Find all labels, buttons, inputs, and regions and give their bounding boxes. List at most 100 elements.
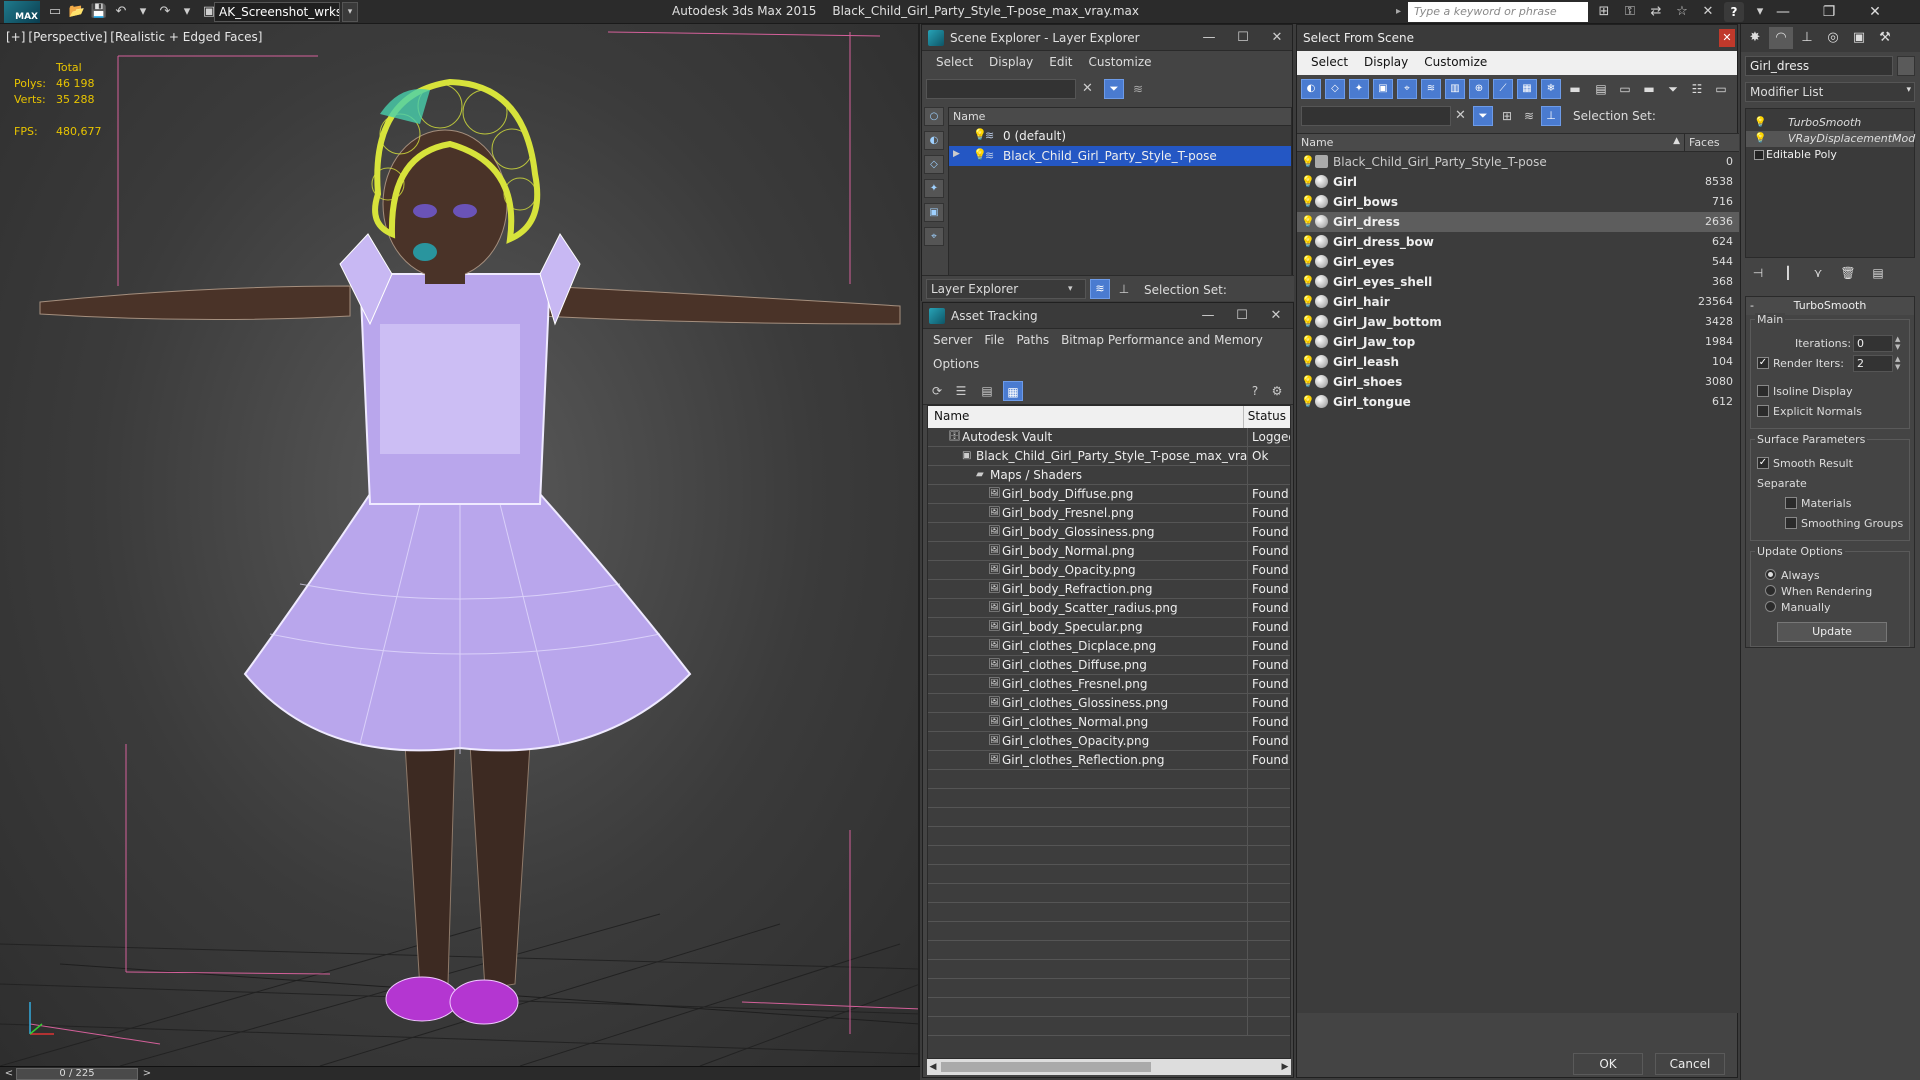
object-row[interactable]: 💡 Girl_eyes 544 <box>1297 252 1739 272</box>
object-row[interactable]: 💡 Girl_shoes 3080 <box>1297 372 1739 392</box>
scene-explorer-titlebar[interactable]: Scene Explorer - Layer Explorer — ☐ ✕ <box>922 25 1292 51</box>
undo-icon[interactable]: ↶ <box>112 3 130 21</box>
asset-row[interactable]: ▰ Maps / Shaders <box>928 466 1290 485</box>
light-bulb-icon[interactable]: 💡 <box>1301 275 1315 288</box>
asset-row[interactable]: 🖼 Girl_body_Fresnel.png Found <box>928 504 1290 523</box>
expand-arrow-icon[interactable]: ▶ <box>953 149 960 159</box>
asset-row[interactable]: 🖼 Girl_clothes_Opacity.png Found <box>928 732 1290 751</box>
modify-tab-icon[interactable]: ◠ <box>1769 27 1793 49</box>
display-geometry-icon[interactable]: ◐ <box>1301 79 1321 99</box>
app-logo[interactable]: MAX <box>4 1 40 23</box>
menu-customize[interactable]: Customize <box>1081 51 1160 75</box>
manually-radio[interactable] <box>1765 601 1776 612</box>
display-bones-icon[interactable]: ⟋ <box>1493 79 1513 99</box>
refresh-icon[interactable]: ⟳ <box>927 381 947 401</box>
light-bulb-icon[interactable]: 💡 <box>1301 375 1315 388</box>
asset-row[interactable]: 🖼 Girl_body_Opacity.png Found <box>928 561 1290 580</box>
display-lights-icon[interactable]: ✦ <box>924 179 944 198</box>
viewport-menu-shading[interactable]: [Realistic + Edged Faces] <box>110 30 262 44</box>
explicit-normals-checkbox[interactable] <box>1757 405 1769 417</box>
search-input[interactable]: Type a keyword or phrase <box>1408 2 1588 22</box>
maximize-icon[interactable]: ☐ <box>1227 306 1257 326</box>
object-row[interactable]: 💡 Girl 8538 <box>1297 172 1739 192</box>
show-end-result-icon[interactable]: ┃ <box>1779 264 1797 282</box>
help-icon[interactable]: ? <box>1724 2 1744 22</box>
filter-icon[interactable]: ⏷ <box>1104 79 1124 99</box>
isoline-checkbox[interactable] <box>1757 385 1769 397</box>
light-bulb-icon[interactable]: 💡 <box>1754 133 1766 144</box>
update-button[interactable]: Update <box>1777 622 1887 642</box>
display-tab-icon[interactable]: ▣ <box>1847 27 1871 49</box>
display-groups-icon[interactable]: ▥ <box>1445 79 1465 99</box>
clear-find-icon[interactable]: ✕ <box>1455 106 1466 126</box>
light-bulb-icon[interactable]: 💡 <box>1301 155 1315 168</box>
close-icon[interactable]: ✕ <box>1261 306 1291 326</box>
layer-row[interactable]: 💡 ≋ 0 (default) <box>949 126 1291 146</box>
star-icon[interactable]: ☆ <box>1672 2 1692 22</box>
light-bulb-icon[interactable]: 💡 <box>1301 395 1315 408</box>
help-icon[interactable]: ? <box>1245 381 1265 401</box>
open-file-icon[interactable]: 📂 <box>68 3 86 21</box>
hierarchy-icon[interactable]: ⊥ <box>1541 106 1561 126</box>
viewport-menu-perspective[interactable]: [Perspective] <box>28 30 107 44</box>
ok-button[interactable]: OK <box>1573 1053 1643 1075</box>
scroll-right-icon[interactable]: ▶ <box>1279 1059 1291 1075</box>
minimize-icon[interactable]: — <box>1760 0 1806 24</box>
explorer-type-dropdown[interactable]: Layer Explorer <box>926 279 1086 299</box>
close-icon[interactable]: ✕ <box>1719 29 1735 47</box>
object-row[interactable]: 💡 Black_Child_Girl_Party_Style_T-pose 0 <box>1297 152 1739 172</box>
menu-paths[interactable]: Paths <box>1010 329 1055 353</box>
layer-filter-icon[interactable]: ≋ <box>1128 79 1148 99</box>
column-header-status[interactable]: Status <box>1244 406 1290 428</box>
display-hidden-icon[interactable]: ▬ <box>1565 79 1585 99</box>
menu-select[interactable]: Select <box>1303 51 1356 75</box>
asset-row[interactable]: 🖼 Girl_clothes_Diffuse.png Found <box>928 656 1290 675</box>
object-color-swatch[interactable] <box>1897 56 1915 76</box>
minimize-icon[interactable]: — <box>1194 28 1224 48</box>
render-iters-checkbox[interactable]: ✓ <box>1757 357 1769 369</box>
filter-icon[interactable]: ⏷ <box>1663 79 1683 99</box>
display-none-icon[interactable]: ○ <box>924 107 944 126</box>
viewport-label[interactable]: [+] [Perspective] [Realistic + Edged Faces… <box>6 30 262 44</box>
configure-modifier-sets-icon[interactable]: ▤ <box>1869 264 1887 282</box>
menu-edit[interactable]: Edit <box>1041 51 1080 75</box>
new-file-icon[interactable]: ▭ <box>46 3 64 21</box>
display-lights-icon[interactable]: ✦ <box>1349 79 1369 99</box>
find-input[interactable] <box>1301 106 1451 126</box>
menu-bitmap-performance[interactable]: Bitmap Performance and Memory <box>1055 329 1269 353</box>
smoothing-groups-checkbox[interactable] <box>1785 517 1797 529</box>
workspace-dropdown-arrow-icon[interactable]: ▾ <box>342 2 358 22</box>
menu-file[interactable]: File <box>978 329 1010 353</box>
thumbnail-view-icon[interactable]: ▤ <box>977 381 997 401</box>
close-icon[interactable]: ✕ <box>1262 28 1292 48</box>
display-geometry-icon[interactable]: ◐ <box>924 131 944 150</box>
filter-icon[interactable]: ⏷ <box>1473 106 1493 126</box>
light-bulb-icon[interactable]: 💡 <box>1301 335 1315 348</box>
x-icon[interactable]: ✕ <box>1698 2 1718 22</box>
hierarchy-icon[interactable]: ⊥ <box>1114 279 1134 299</box>
hierarchy-icon[interactable]: ☷ <box>1687 79 1707 99</box>
time-slider-thumb[interactable]: 0 / 225 <box>16 1068 138 1080</box>
object-row[interactable]: 💡 Girl_Jaw_bottom 3428 <box>1297 312 1739 332</box>
object-row[interactable]: 💡 Girl_Jaw_top 1984 <box>1297 332 1739 352</box>
asset-row[interactable]: 🖼 Girl_clothes_Fresnel.png Found <box>928 675 1290 694</box>
remove-modifier-icon[interactable]: 🗑 <box>1839 264 1857 282</box>
time-prev-button[interactable]: < <box>2 1067 16 1080</box>
light-bulb-icon[interactable]: 💡 <box>1301 195 1315 208</box>
menu-display[interactable]: Display <box>1356 51 1416 75</box>
light-bulb-icon[interactable]: 💡 <box>1301 215 1315 228</box>
perspective-viewport[interactable]: [+] [Perspective] [Realistic + Edged Faces… <box>0 24 920 1066</box>
hierarchy-tab-icon[interactable]: ⊥ <box>1795 27 1819 49</box>
settings-icon[interactable]: ⚙ <box>1267 381 1287 401</box>
column-header-name[interactable]: Name <box>928 406 1244 428</box>
pin-stack-icon[interactable]: ⊣ <box>1749 264 1767 282</box>
object-row[interactable]: 💡 Girl_eyes_shell 368 <box>1297 272 1739 292</box>
select-from-scene-titlebar[interactable]: Select From Scene ✕ <box>1297 25 1737 51</box>
key-icon[interactable]: ⚿ <box>1620 2 1640 22</box>
display-spacewarps-icon[interactable]: ≋ <box>1421 79 1441 99</box>
motion-tab-icon[interactable]: ◎ <box>1821 27 1845 49</box>
layer-row[interactable]: ▶ 💡 ≋ Black_Child_Girl_Party_Style_T-pos… <box>949 146 1291 166</box>
light-bulb-icon[interactable]: 💡 <box>973 129 987 141</box>
display-invert-icon[interactable]: ▬ <box>1639 79 1659 99</box>
asset-row[interactable]: 🖼 Girl_body_Diffuse.png Found <box>928 485 1290 504</box>
